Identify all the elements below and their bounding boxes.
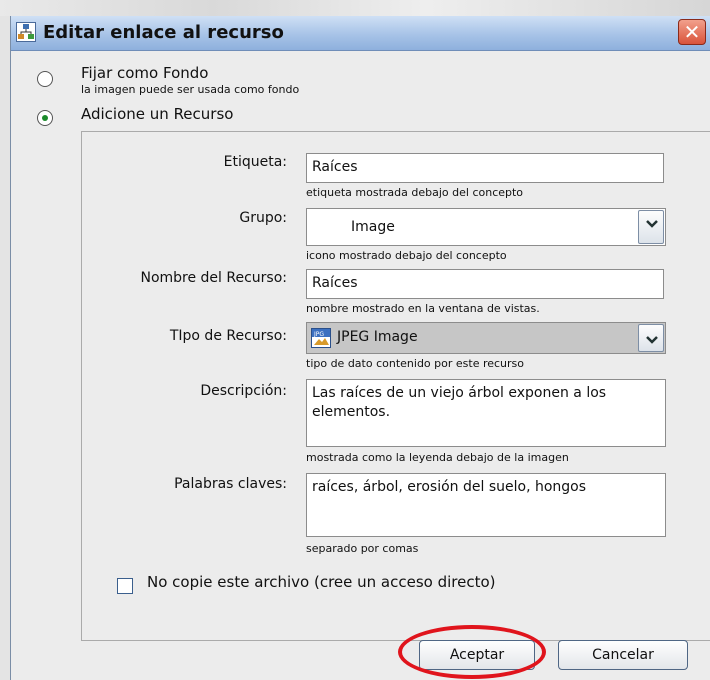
group-field-label: Grupo:: [239, 210, 287, 226]
accept-highlight-annotation: [398, 625, 546, 679]
keywords-textarea[interactable]: raíces, árbol, erosión del suelo, hongos: [306, 473, 666, 537]
keywords-hint: separado por comas: [306, 542, 419, 555]
resource-type-field-label: TIpo de Recurso:: [169, 328, 287, 344]
title-bar[interactable]: Editar enlace al recurso ✕: [11, 16, 710, 51]
background-radio-description: la imagen puede ser usada como fondo: [81, 83, 300, 96]
chevron-down-icon: [646, 336, 658, 344]
background-strip: [0, 0, 710, 16]
keywords-field-label: Palabras claves:: [174, 476, 287, 492]
add-resource-radio[interactable]: [37, 110, 53, 126]
dialog-title: Editar enlace al recurso: [43, 22, 284, 43]
group-select[interactable]: Image: [306, 208, 666, 246]
resource-type-selected-value: JPEG Image: [337, 329, 418, 345]
cancel-button[interactable]: Cancelar: [558, 640, 688, 670]
edit-resource-dialog: Editar enlace al recurso ✕ Fijar como Fo…: [10, 16, 710, 680]
svg-text:JPG: JPG: [313, 331, 324, 338]
resource-type-hint: tipo de dato contenido por este recurso: [306, 357, 525, 370]
concept-map-icon: [16, 22, 36, 42]
label-input[interactable]: Raíces: [306, 153, 664, 183]
description-textarea[interactable]: Las raíces de un viejo árbol exponen a l…: [306, 379, 666, 447]
group-hint: icono mostrado debajo del concepto: [306, 249, 507, 262]
jpeg-file-icon: JPG: [311, 328, 331, 348]
resource-name-input[interactable]: Raíces: [306, 269, 664, 299]
description-field-label: Descripción:: [200, 383, 287, 399]
resource-type-select[interactable]: JPG JPEG Image: [306, 322, 666, 354]
resource-name-field-label: Nombre del Recurso:: [140, 270, 287, 286]
chevron-down-icon: [646, 220, 658, 228]
add-resource-radio-label: Adicione un Recurso: [81, 105, 234, 123]
background-radio[interactable]: [37, 71, 53, 87]
label-field-label: Etiqueta:: [223, 154, 287, 170]
group-selected-value: Image: [351, 219, 395, 235]
description-hint: mostrada como la leyenda debajo de la im…: [306, 451, 569, 464]
no-copy-checkbox-label: No copie este archivo (cree un acceso di…: [147, 573, 496, 591]
resource-type-dropdown-button[interactable]: [638, 324, 664, 352]
close-button[interactable]: ✕: [678, 19, 706, 45]
background-edge: [0, 16, 10, 680]
no-copy-checkbox[interactable]: [117, 578, 133, 594]
label-hint: etiqueta mostrada debajo del concepto: [306, 186, 524, 199]
resource-name-hint: nombre mostrado en la ventana de vistas.: [306, 302, 540, 315]
background-radio-label: Fijar como Fondo: [81, 64, 209, 82]
group-dropdown-button[interactable]: [638, 210, 664, 244]
